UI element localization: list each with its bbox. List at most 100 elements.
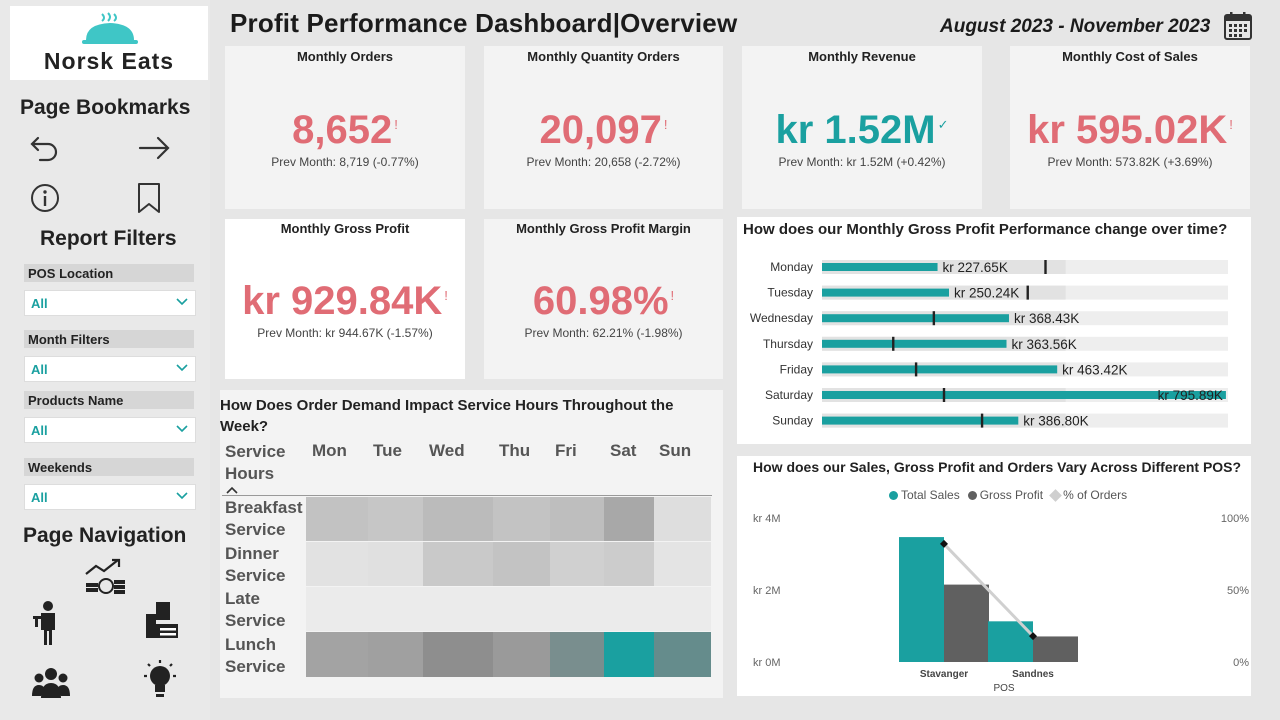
filter-select-pos-location[interactable]: All — [24, 290, 196, 316]
lightbulb-icon[interactable] — [138, 658, 182, 702]
x-category-label: Stavanger — [920, 669, 968, 680]
bullet-target-marker — [892, 336, 895, 351]
heatmap-cell[interactable] — [368, 632, 423, 677]
heatmap-cell[interactable] — [604, 497, 654, 541]
heatmap-cell[interactable] — [654, 542, 711, 586]
heatmap-cell[interactable] — [368, 542, 423, 586]
pos-combo-chart: kr 4M kr 2M kr 0M 100% 50% 0% Stavanger Sandnes… — [753, 513, 1249, 694]
heatmap-cell[interactable] — [550, 542, 604, 586]
y-tick-label: kr 0M — [753, 657, 781, 669]
heatmap-cell[interactable] — [493, 542, 550, 586]
chevron-down-icon — [176, 425, 188, 433]
bullet-value-label: kr 368.43K — [1014, 311, 1079, 326]
filter-value: All — [31, 490, 48, 505]
filters-title: Report Filters — [40, 227, 177, 250]
heatmap-cell[interactable] — [654, 497, 711, 541]
bullet-value-label: kr 386.80K — [1023, 414, 1088, 429]
heatmap-col-sat: Sat — [610, 441, 637, 460]
customers-icon[interactable] — [32, 666, 70, 700]
bookmarks-title: Page Bookmarks — [20, 96, 191, 119]
heatmap-cell[interactable] — [368, 497, 423, 541]
total-sales-bar[interactable] — [899, 537, 944, 662]
heatmap-cell[interactable] — [306, 542, 368, 586]
heatmap-col-tue: Tue — [373, 441, 402, 460]
y2-tick-label: 50% — [1227, 585, 1249, 597]
heatmap-title: How Does Order Demand Impact Service Hou… — [220, 397, 674, 435]
filter-label-pos-location: POS Location — [24, 264, 194, 282]
filter-select-weekends[interactable]: All — [24, 484, 196, 510]
kpi-card-monthly-gross-profit-margin: Monthly Gross Profit Margin 60.98%! Prev… — [484, 219, 723, 379]
bookmark-icon[interactable] — [135, 182, 163, 214]
heatmap-row-lunch: Lunch Service — [225, 635, 286, 676]
heatmap-cell[interactable] — [493, 632, 550, 677]
bullet-bar[interactable] — [822, 365, 1058, 374]
sort-ascending-icon[interactable] — [226, 486, 238, 494]
food-order-icon[interactable] — [142, 600, 182, 640]
bullet-value-label: kr 250.24K — [954, 286, 1019, 301]
legend-dot — [889, 490, 898, 500]
heatmap-cell[interactable] — [604, 542, 654, 586]
kpi-previous: Prev Month: 20,658 (-2.72%) — [526, 155, 681, 169]
kpi-card-monthly-quantity-orders: Monthly Quantity Orders 20,097! Prev Mon… — [484, 46, 723, 209]
logo: Norsk Eats — [10, 6, 208, 80]
heatmap-cell[interactable] — [654, 632, 711, 677]
bullet-target-marker — [980, 413, 984, 428]
profit-growth-icon[interactable] — [84, 558, 126, 598]
waiter-icon[interactable] — [32, 600, 62, 646]
filter-label-products: Products Name — [24, 391, 194, 409]
heatmap-cell[interactable] — [306, 632, 368, 677]
bullet-bar[interactable] — [822, 288, 949, 297]
filter-select-month[interactable]: All — [24, 356, 196, 382]
gross-profit-bar[interactable] — [944, 584, 989, 662]
filter-select-products[interactable]: All — [24, 417, 196, 443]
bullet-value-label: kr 795.89K — [1158, 388, 1223, 403]
heatmap-row-late: Late Service — [225, 589, 286, 630]
heatmap-row-late-cells[interactable] — [306, 587, 711, 631]
bullet-bar[interactable] — [822, 416, 1019, 425]
pos-chart-title: How does our Sales, Gross Profit and Ord… — [753, 459, 1242, 475]
bullet-bar[interactable] — [822, 339, 1007, 348]
kpi-title: Monthly Gross Profit Margin — [516, 221, 691, 236]
heatmap-cell[interactable] — [550, 497, 604, 541]
bullet-bar[interactable] — [822, 263, 938, 271]
heatmap-cell[interactable] — [423, 542, 493, 586]
bullet-value-label: kr 227.65K — [943, 260, 1008, 275]
back-arrow-icon[interactable] — [28, 132, 60, 164]
day-label: Thursday — [763, 337, 813, 351]
gross-profit-chart-title: How does our Monthly Gross Profit Perfor… — [743, 221, 1228, 238]
day-label: Wednesday — [750, 311, 813, 325]
kpi-card-monthly-gross-profit: Monthly Gross Profit kr 929.84K! Prev Mo… — [225, 219, 465, 379]
calendar-icon[interactable] — [1223, 11, 1253, 41]
heatmap-cell[interactable] — [604, 632, 654, 677]
kpi-value: kr 929.84K! — [242, 279, 448, 323]
heatmap-cell[interactable] — [493, 497, 550, 541]
heatmap-cell[interactable] — [306, 497, 368, 541]
kpi-card-monthly-cost-of-sales: Monthly Cost of Sales kr 595.02K! Prev M… — [1010, 46, 1250, 209]
kpi-value: kr 595.02K! — [1027, 108, 1233, 152]
bullet-bar[interactable] — [822, 314, 1009, 323]
info-icon[interactable] — [29, 182, 61, 214]
kpi-title: Monthly Revenue — [808, 49, 916, 64]
kpi-title: Monthly Gross Profit — [280, 221, 410, 236]
heatmap-cell[interactable] — [423, 632, 493, 677]
chevron-down-icon — [176, 298, 188, 306]
heatmap-row-breakfast: Breakfast Service — [225, 498, 303, 539]
heatmap-row-header[interactable]: Service Hours — [225, 441, 303, 485]
kpi-value: 20,097! — [539, 108, 668, 152]
y2-tick-label: 0% — [1233, 657, 1249, 669]
heatmap-cell[interactable] — [550, 632, 604, 677]
filter-value: All — [31, 362, 48, 377]
kpi-value: 60.98%! — [532, 279, 675, 323]
forward-arrow-icon[interactable] — [138, 132, 172, 164]
kpi-card-monthly-orders: Monthly Orders 8,652! Prev Month: 8,719 … — [225, 46, 465, 209]
day-label: Friday — [780, 362, 813, 376]
logo-text: Norsk Eats — [43, 48, 175, 74]
gross-profit-bar[interactable] — [1033, 636, 1078, 662]
bullet-target-marker — [942, 388, 946, 402]
heatmap-col-sun: Sun — [659, 441, 692, 460]
kpi-title: Monthly Cost of Sales — [1062, 49, 1198, 64]
heatmap-cell[interactable] — [423, 497, 493, 541]
kpi-previous: Prev Month: 573.82K (+3.69%) — [1047, 155, 1213, 169]
day-label: Monday — [770, 260, 813, 274]
navigation-title: Page Navigation — [23, 524, 187, 547]
